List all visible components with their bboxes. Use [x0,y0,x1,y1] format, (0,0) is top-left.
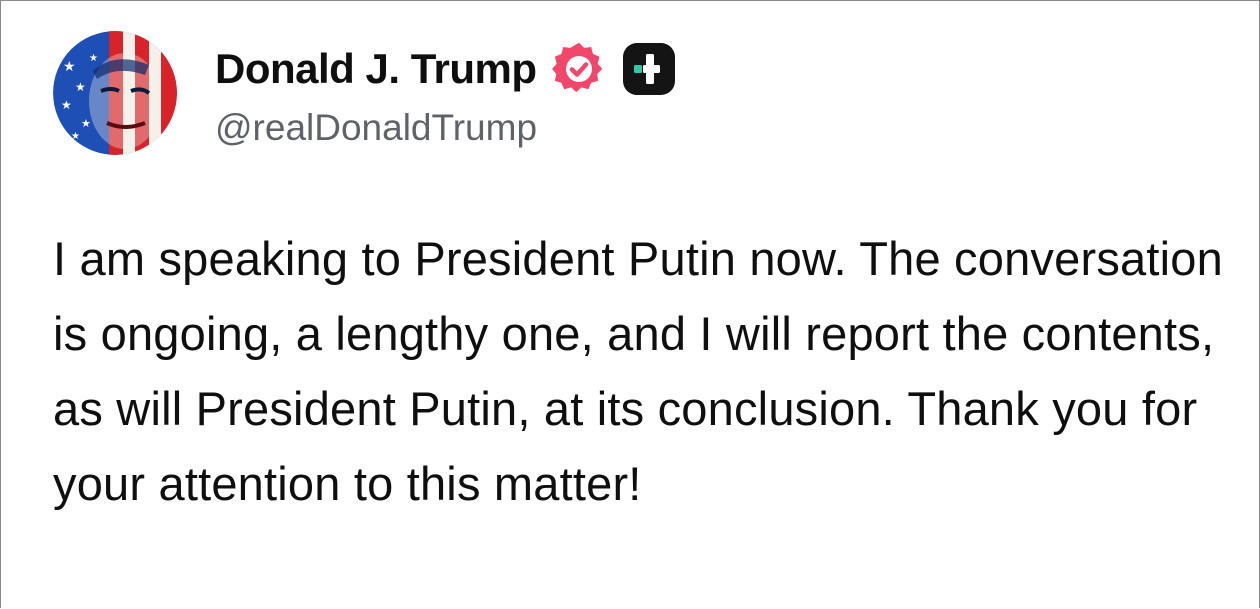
svg-text:★: ★ [89,53,98,64]
svg-text:★: ★ [71,131,80,142]
author-name-row: Donald J. Trump [215,39,677,99]
post-card: ★ ★ ★ ★ ★ ★ Donald J. Trump @realDonaldT… [0,0,1260,608]
avatar-image: ★ ★ ★ ★ ★ ★ [53,31,177,155]
svg-text:★: ★ [63,59,76,75]
verified-badge-icon [551,41,607,97]
svg-text:★: ★ [81,117,91,130]
avatar[interactable]: ★ ★ ★ ★ ★ ★ [53,31,177,155]
display-name[interactable]: Donald J. Trump [215,45,537,93]
svg-text:★: ★ [75,80,86,94]
plus-badge-icon [621,41,677,97]
svg-text:★: ★ [61,98,72,112]
post-body-text: I am speaking to President Putin now. Th… [53,232,1223,510]
author-handle[interactable]: @realDonaldTrump [215,107,537,149]
